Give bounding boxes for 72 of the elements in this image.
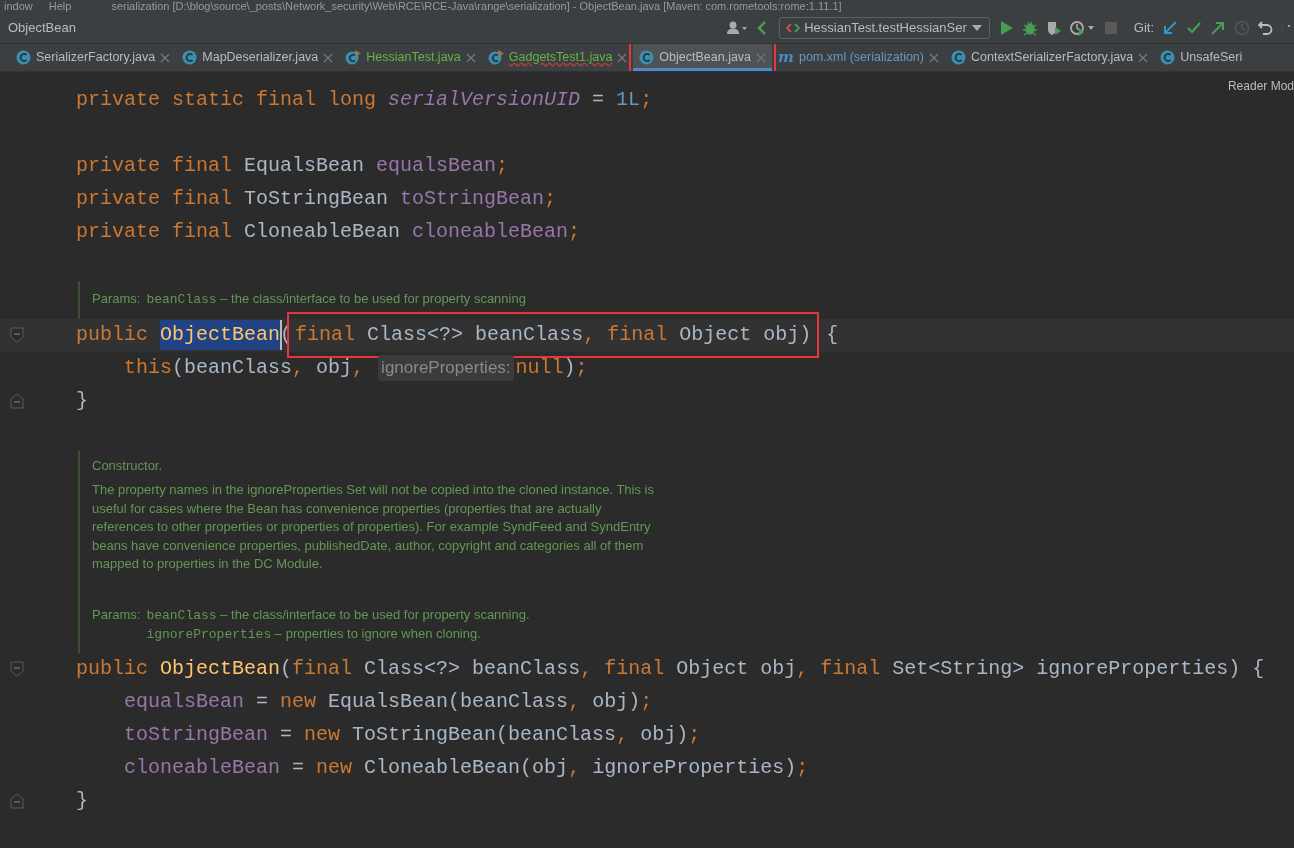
clock-icon[interactable] xyxy=(1234,20,1250,36)
code-text: private final ToStringBean toStringBean; xyxy=(75,185,557,212)
param-name: ignoreProperties xyxy=(146,627,272,642)
reader-mode-link[interactable]: Reader Mod xyxy=(1227,77,1294,95)
parameter-hint: ignoreProperties: xyxy=(378,355,514,381)
code-text: public xyxy=(75,322,150,348)
class-icon xyxy=(182,50,198,65)
param-description: – properties to ignore when cloning. xyxy=(274,626,481,641)
code-text: toStringBean = new ToStringBean(beanClass, obj); xyxy=(123,722,701,748)
param-name: beanClass xyxy=(146,607,217,623)
fold-icon[interactable] xyxy=(10,661,24,677)
editor-tab[interactable]: MapDeserializer.java xyxy=(176,44,340,71)
close-icon[interactable] xyxy=(465,52,476,63)
fold-icon[interactable] xyxy=(10,393,24,409)
editor-tab[interactable]: GadgetsTest1.java xyxy=(481,44,634,71)
breadcrumb[interactable]: ObjectBean xyxy=(8,18,76,38)
code-text: private final EqualsBean equalsBean; xyxy=(75,152,509,179)
undo-icon[interactable] xyxy=(1258,20,1274,36)
run-configuration-dropdown[interactable]: HessianTest.testHessianSer xyxy=(779,17,990,39)
params-label: Params: xyxy=(92,605,141,624)
fold-icon[interactable] xyxy=(10,793,24,809)
git-label: Git: xyxy=(1133,19,1154,38)
code-text: } xyxy=(75,388,88,414)
test-class-icon xyxy=(345,50,362,65)
class-icon xyxy=(639,50,655,65)
close-icon[interactable] xyxy=(323,52,334,63)
maven-icon: m xyxy=(778,50,794,65)
editor-tab[interactable]: HessianTest.java xyxy=(339,44,482,71)
class-icon xyxy=(16,50,31,65)
up-arrow-icon[interactable] xyxy=(1210,20,1226,36)
code-text: private static final long serialVersionUID = 1L; xyxy=(75,86,653,113)
code-text: this(beanClass, obj, xyxy=(123,355,366,381)
close-icon[interactable] xyxy=(1138,52,1149,63)
params-label: Params: xyxy=(92,290,141,308)
fold-icon[interactable] xyxy=(10,327,24,343)
selected-text: ObjectBean xyxy=(160,320,281,350)
code-text: equalsBean = new EqualsBean(beanClass, obj); xyxy=(123,689,653,715)
editor-tab[interactable]: UnsafeSeri xyxy=(1154,44,1249,71)
param-description: – the class/interface to be used for property scanning xyxy=(220,291,526,306)
param-description: – the class/interface to be used for property scanning. xyxy=(220,606,530,622)
caret-icon xyxy=(970,23,983,33)
down-arrow-icon[interactable] xyxy=(1162,20,1178,36)
editor-tab[interactable]: m pom.xml (serialization) xyxy=(772,44,945,71)
stop-icon[interactable] xyxy=(1103,21,1118,35)
gauge-icon[interactable] xyxy=(1069,20,1096,36)
user-icon[interactable] xyxy=(725,20,748,36)
param-name: beanClass xyxy=(146,292,217,307)
test-icon xyxy=(786,22,801,34)
editor-tab[interactable]: SerializerFactory.java xyxy=(10,44,177,71)
editor-tab[interactable]: ContextSerializerFactory.java xyxy=(945,44,1155,71)
shield-icon[interactable] xyxy=(1045,20,1062,36)
close-icon[interactable] xyxy=(929,52,939,63)
bug-icon[interactable] xyxy=(1021,20,1038,36)
menu-item[interactable]: Help xyxy=(48,0,72,13)
code-text: public ObjectBean(final Class<?> beanClass, final Object obj, final Set<String> ignoreProperties) { xyxy=(75,656,1265,682)
test-class-icon xyxy=(487,50,504,65)
doc-text: The property names in the ignoreProperties Set will not be copied into the cloned instance. This is useful for cases where the Bean has convenience properties (properties that are actually references to other properties or properties of properties). For example SyndFeed and SyndEntry beans have convenience properties, publishedDate, author, copyright and categories all of them mapped to properties in the DC Module. xyxy=(92,481,655,573)
close-icon[interactable] xyxy=(617,52,628,63)
check-icon[interactable] xyxy=(1186,20,1202,36)
doc-text: Constructor. xyxy=(92,456,164,475)
code-text: final Class<?> beanClass, final Object obj) xyxy=(295,323,812,346)
class-icon xyxy=(1160,50,1176,65)
code-text: } xyxy=(75,788,88,814)
code-text: private final CloneableBean cloneableBean; xyxy=(75,218,581,245)
code-text: null); xyxy=(515,355,588,381)
menu-item[interactable]: indow xyxy=(4,0,33,13)
close-icon[interactable] xyxy=(160,52,171,63)
code-text: cloneableBean = new CloneableBean(obj, ignoreProperties); xyxy=(123,755,809,781)
window-title: serialization [D:\blog\source\_posts\Network_security\Web\RCE\RCE-Java\range\serialization] - ObjectBean.java [Maven: com.rometools:rome:1.11.1] xyxy=(111,0,842,13)
code-text: { xyxy=(825,322,839,348)
close-icon[interactable] xyxy=(756,52,767,63)
class-icon xyxy=(951,50,966,65)
